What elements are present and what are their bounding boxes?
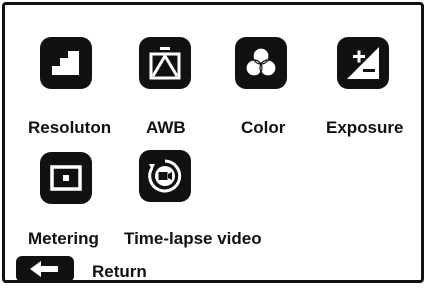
return-label[interactable]: Return <box>92 262 147 282</box>
menu-item-label: Exposure <box>326 118 404 137</box>
color-circles-icon[interactable] <box>235 37 287 89</box>
menu-item-label: Metering <box>28 229 99 248</box>
return-button[interactable] <box>16 256 74 282</box>
menu-item-label: Time-lapse video <box>124 229 262 248</box>
timelapse-camera-icon[interactable] <box>139 150 191 202</box>
exposure-plus-minus-icon[interactable] <box>337 37 389 89</box>
menu-item-label: Color <box>241 118 286 137</box>
awb-icon[interactable] <box>139 37 191 89</box>
menu-item-label: AWB <box>146 118 186 137</box>
metering-frame-icon[interactable] <box>40 152 92 204</box>
back-arrow-icon <box>30 261 58 277</box>
stairs-icon[interactable] <box>40 37 92 89</box>
menu-item-label: Resoluton <box>28 118 112 137</box>
